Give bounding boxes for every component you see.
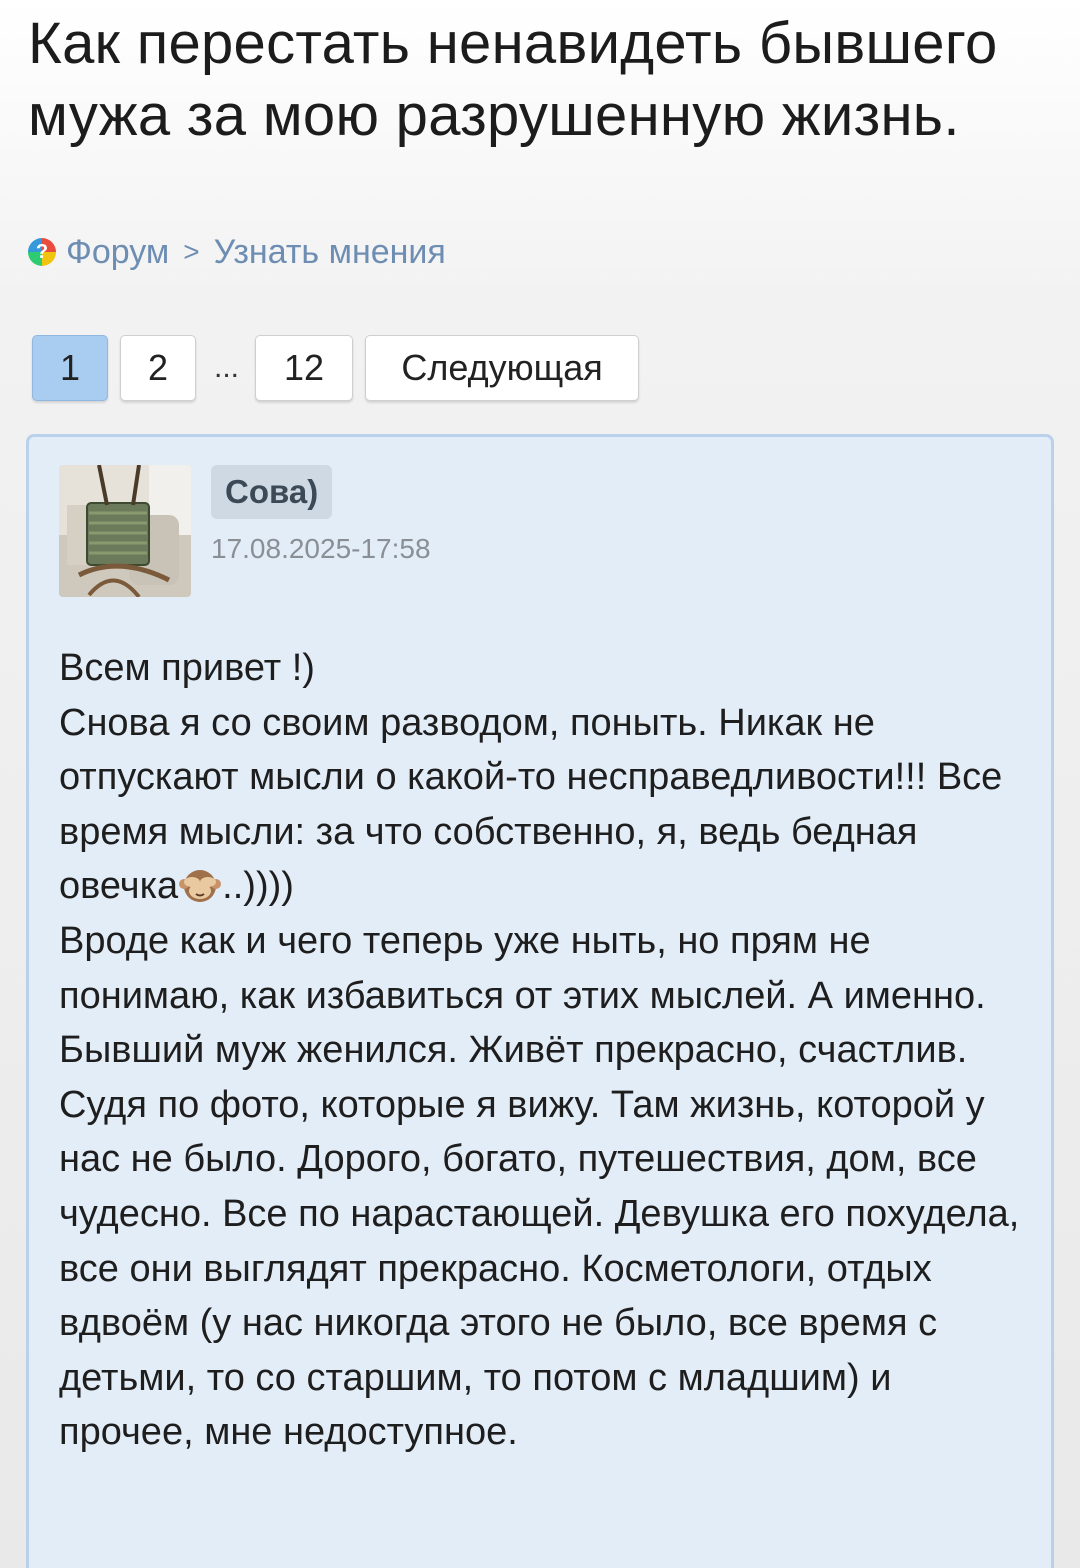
forum-question-icon: ? [28, 238, 56, 266]
breadcrumb-separator: > [183, 236, 200, 267]
next-page-button[interactable]: Следующая [365, 335, 640, 401]
avatar[interactable] [59, 465, 191, 597]
breadcrumb: ? Форум > Узнать мнения [28, 230, 446, 274]
post-text: ..)))) [222, 865, 294, 908]
pagination-ellipsis: ... [214, 351, 240, 384]
page-button-12[interactable]: 12 [255, 335, 354, 401]
post-paragraph: Вроде как и чего теперь уже ныть, но пря… [59, 919, 986, 1017]
user-avatar-photo [59, 465, 191, 597]
breadcrumb-section-link[interactable]: Узнать мнения [214, 233, 446, 272]
page-button-1[interactable]: 1 [32, 335, 108, 401]
author-name[interactable]: Сова) [211, 465, 333, 519]
post-paragraph: Бывший муж женился. Живёт прекрасно, сча… [59, 1029, 1020, 1454]
forum-post: Сова) 17.08.2025-17:58 Всем привет !) Сн… [26, 434, 1054, 1568]
see-no-evil-monkey-icon [179, 870, 222, 903]
breadcrumb-forum-link[interactable]: Форум [66, 233, 169, 272]
page-title: Как перестать ненавидеть бывшего мужа за… [28, 11, 998, 148]
post-date: 17.08.2025-17:58 [211, 533, 431, 564]
post-body: Всем привет !) Снова я со своим разводом… [59, 641, 1034, 1460]
pagination: 1 2 ... 12 Следующая [32, 334, 651, 402]
post-paragraph: Всем привет !) [59, 647, 315, 689]
page-button-2[interactable]: 2 [120, 335, 196, 401]
post-paragraph: Снова я со своим разводом, поныть. Никак… [59, 696, 1034, 914]
